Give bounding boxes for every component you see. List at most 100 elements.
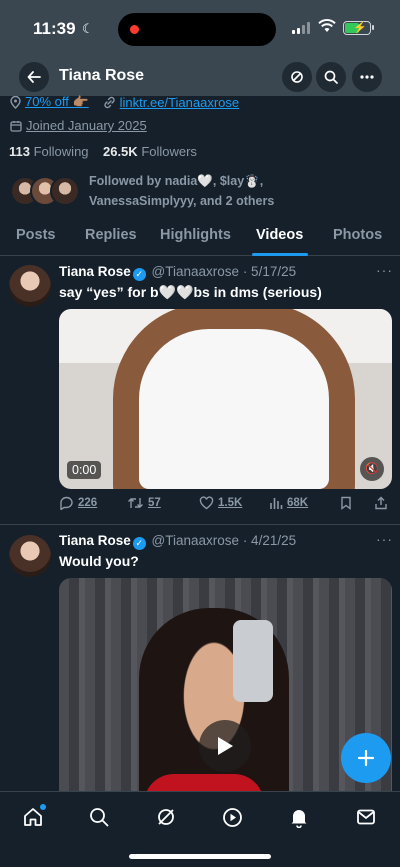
wifi-icon	[318, 19, 336, 32]
link-icon	[103, 96, 115, 108]
heart-icon	[199, 496, 214, 510]
bookmark-button[interactable]	[340, 496, 352, 510]
calendar-icon	[10, 120, 22, 132]
page-title: Tiana Rose	[59, 67, 145, 84]
recording-dot-icon	[130, 25, 139, 34]
play-circle-icon	[222, 807, 242, 827]
tweet-text: Would you?	[59, 553, 139, 569]
following-count: 113	[9, 144, 30, 159]
avatar[interactable]	[9, 535, 51, 577]
video-frame-detail	[233, 620, 273, 702]
plus-icon	[357, 749, 375, 767]
profile-tabs: Posts Replies Highlights Videos Photos	[0, 222, 400, 256]
share-button[interactable]	[374, 496, 388, 510]
reply-count: 226	[78, 497, 98, 509]
compose-post-button[interactable]	[341, 733, 391, 783]
tab-highlights[interactable]: Highlights	[160, 227, 231, 243]
tweet-actions: 226 57 1.5K 68K	[59, 496, 392, 516]
joined-row: Joined January 2025	[10, 118, 147, 133]
followers-link[interactable]: 26.5K Followers	[103, 144, 197, 159]
author-name[interactable]: Tiana Rose	[59, 264, 131, 279]
like-button[interactable]: 1.5K	[199, 496, 242, 510]
like-count: 1.5K	[218, 497, 243, 509]
verified-badge-icon: ✓	[132, 537, 146, 550]
avatar[interactable]	[9, 265, 51, 307]
mute-button[interactable]: 🔇	[360, 457, 384, 481]
tab-notifications[interactable]	[286, 804, 312, 830]
notification-dot	[40, 804, 46, 810]
tab-videos[interactable]: Videos	[256, 227, 303, 243]
home-indicator[interactable]	[129, 854, 271, 859]
battery-icon: ⚡	[343, 21, 374, 35]
tab-photos[interactable]: Photos	[333, 227, 382, 243]
joined-date: Joined January 2025	[26, 118, 147, 133]
following-label: Following	[33, 144, 89, 159]
dynamic-island	[118, 13, 276, 46]
views-count: 68K	[287, 497, 309, 509]
search-icon	[90, 808, 109, 827]
video-frame-subject	[139, 329, 329, 489]
arrow-left-icon	[27, 71, 41, 83]
followed-by-text[interactable]: Followed by nadia🤍, $lay☃️, VanessaSimpl…	[89, 171, 329, 211]
views-chart-icon	[270, 498, 283, 509]
grok-button[interactable]	[282, 62, 312, 92]
location-pin-icon	[10, 95, 21, 109]
tab-search[interactable]	[86, 804, 112, 830]
profile-header-bar: Tiana Rose	[0, 58, 400, 96]
divider	[0, 524, 400, 525]
bell-icon	[291, 809, 307, 828]
more-options-button[interactable]	[352, 62, 382, 92]
status-bar: 11:39 ☾ ⚡	[0, 0, 400, 58]
views-button[interactable]: 68K	[269, 496, 308, 510]
tweet-date: · 4/21/25	[242, 533, 297, 548]
more-horizontal-icon	[360, 75, 374, 79]
tweet-more-button[interactable]: ···	[376, 531, 393, 547]
play-icon	[218, 737, 233, 755]
tweet-header: Tiana Rose ✓ @Tianaaxrose · 4/21/25	[59, 533, 296, 550]
focus-moon-icon: ☾	[82, 21, 94, 36]
active-tab-indicator	[252, 253, 308, 256]
grok-icon	[291, 71, 303, 83]
reply-button[interactable]: 226	[59, 496, 97, 510]
repost-button[interactable]: 57	[127, 496, 161, 510]
author-handle[interactable]: @Tianaaxrose	[152, 533, 240, 548]
tweet-text: say “yes” for b🤍🤍bs in dms (serious)	[59, 284, 322, 300]
mail-icon	[357, 809, 375, 825]
tab-media[interactable]	[219, 804, 245, 830]
tab-replies[interactable]: Replies	[85, 227, 137, 243]
mutual-followers-avatars[interactable]	[10, 176, 82, 208]
video-frame-detail	[169, 309, 197, 325]
tab-grok[interactable]	[153, 804, 179, 830]
search-icon	[324, 70, 338, 84]
video-player[interactable]: 0:00 🔇	[59, 309, 392, 489]
tweet-date: · 5/17/25	[242, 264, 297, 279]
author-handle[interactable]: @Tianaaxrose	[152, 264, 240, 279]
followers-label: Followers	[141, 144, 197, 159]
author-name[interactable]: Tiana Rose	[59, 533, 131, 548]
play-button[interactable]	[199, 720, 251, 772]
tab-home[interactable]	[20, 804, 46, 830]
clock: 11:39	[33, 19, 76, 38]
video-frame-detail	[144, 774, 264, 791]
tweet-header: Tiana Rose ✓ @Tianaaxrose · 5/17/25	[59, 264, 296, 281]
cellular-signal-icon	[292, 22, 310, 34]
repost-icon	[128, 498, 143, 508]
bookmark-icon	[341, 496, 351, 510]
tab-posts[interactable]: Posts	[16, 227, 56, 243]
follow-counts: 113 Following 26.5K Followers	[9, 144, 197, 159]
followers-count: 26.5K	[102, 144, 138, 159]
tweet-more-button[interactable]: ···	[376, 262, 393, 278]
avatar	[50, 176, 80, 206]
promo-text[interactable]: 70% off 👉🏽	[25, 94, 89, 110]
reply-icon	[60, 496, 73, 510]
repost-count: 57	[148, 497, 161, 509]
video-time: 0:00	[67, 461, 102, 479]
search-button[interactable]	[316, 62, 346, 92]
back-button[interactable]	[19, 62, 49, 92]
grok-icon	[158, 809, 174, 825]
tab-messages[interactable]	[353, 804, 379, 830]
profile-link[interactable]: linktr.ee/Tianaaxrose	[120, 95, 239, 110]
share-icon	[375, 496, 387, 510]
profile-location-link-row: 70% off 👉🏽 linktr.ee/Tianaaxrose	[10, 94, 239, 110]
following-link[interactable]: 113 Following	[9, 144, 89, 159]
